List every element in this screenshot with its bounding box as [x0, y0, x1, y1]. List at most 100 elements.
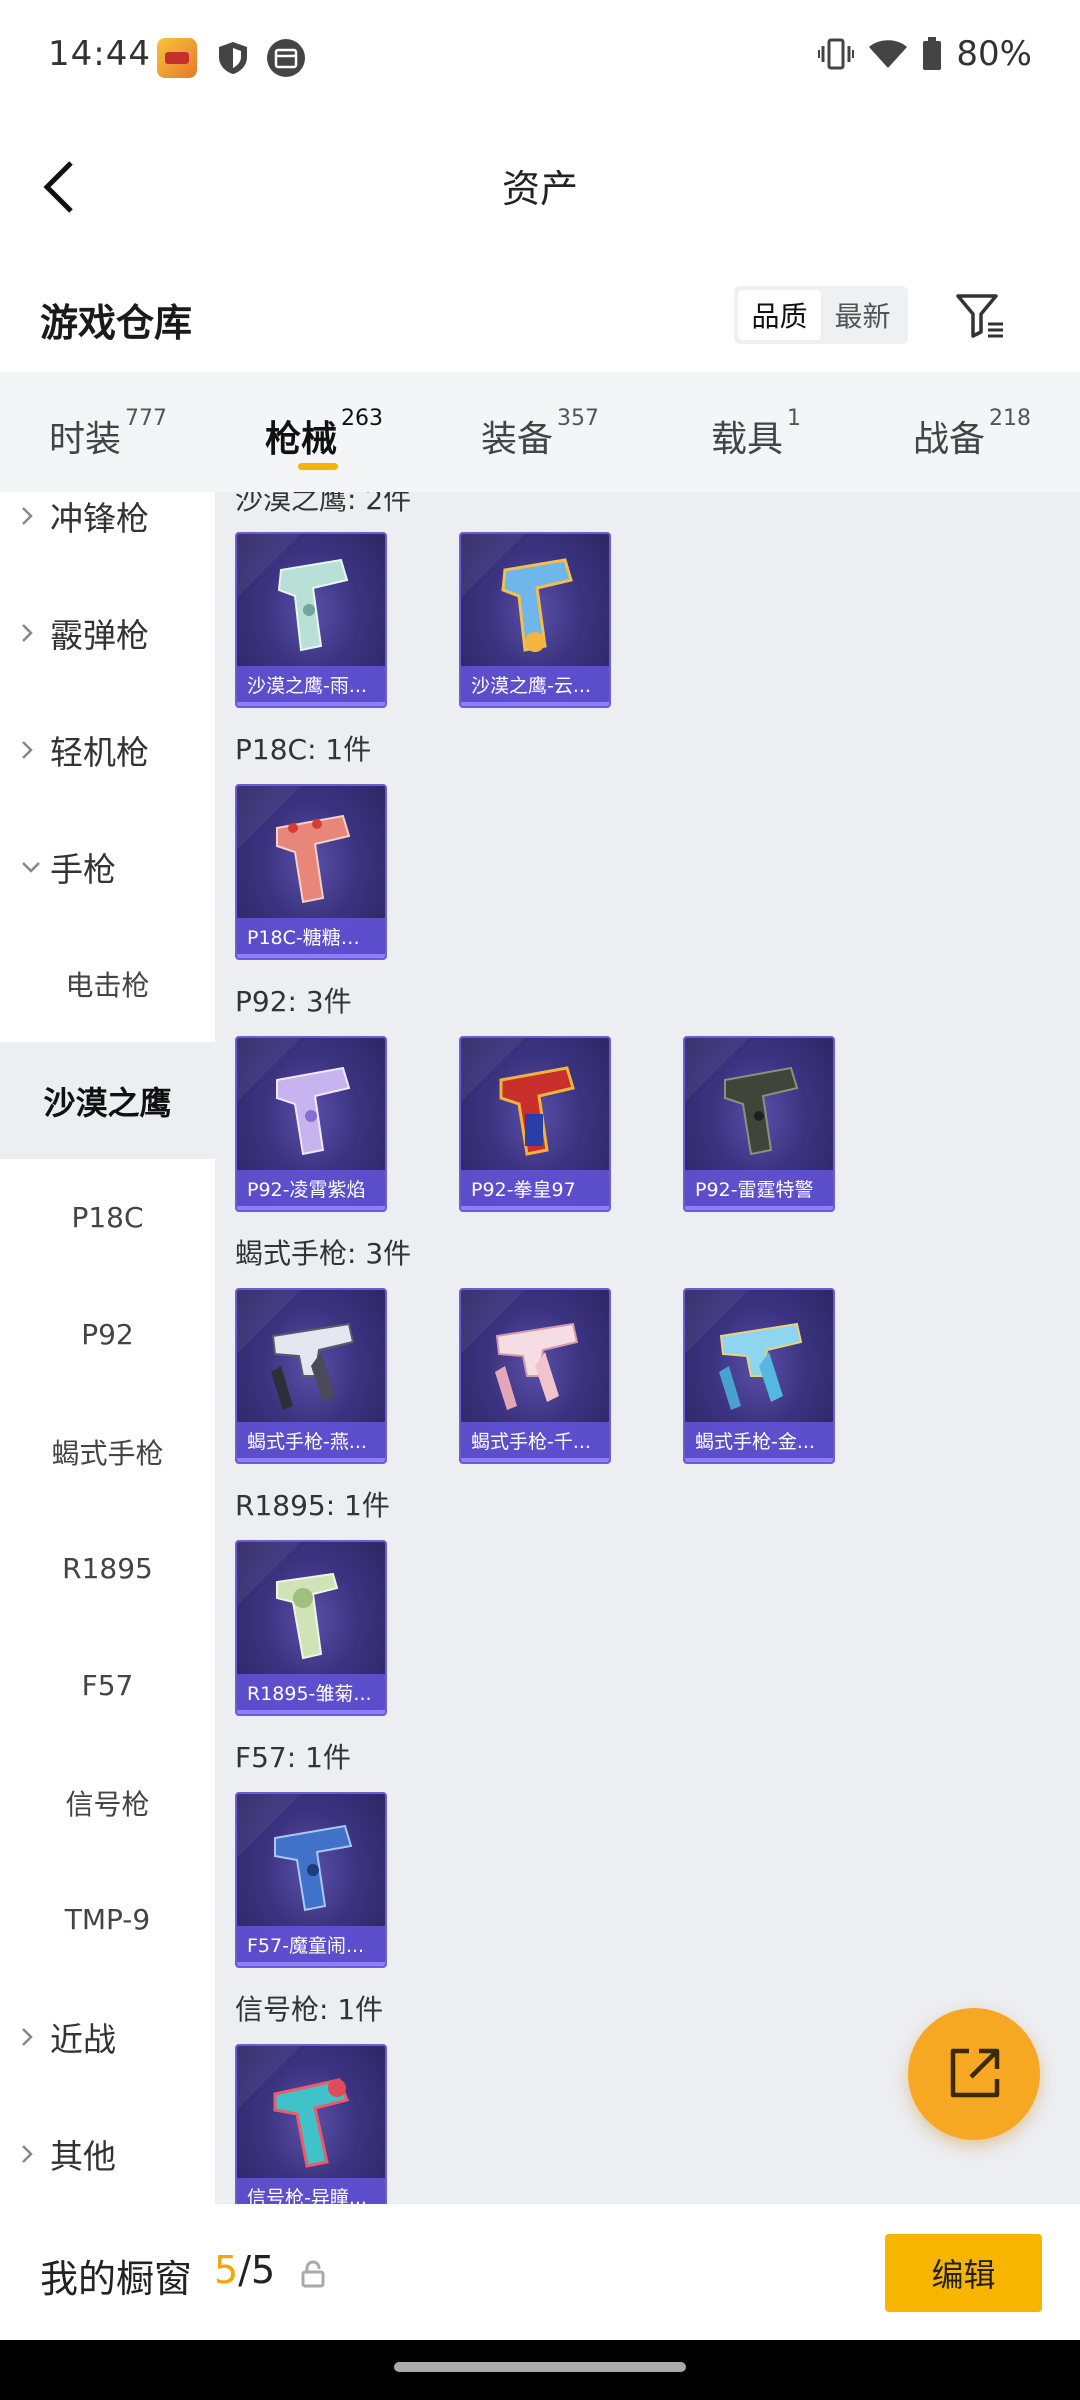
sidebar-item-desert-eagle[interactable]: 沙漠之鹰 — [0, 1042, 215, 1159]
group-label: 沙漠之鹰: 2件 — [235, 492, 412, 516]
rarity-bar — [237, 1206, 385, 1210]
item-name: R1895-雏菊... — [237, 1674, 385, 1714]
status-right: 80% — [818, 34, 1032, 74]
sidebar-item-f57[interactable]: F57 — [0, 1627, 215, 1744]
wifi-icon — [869, 40, 908, 68]
item-name: P92-雷霆特警 — [685, 1170, 833, 1210]
sidebar-item-shotgun[interactable]: 霰弹枪 — [0, 574, 215, 691]
tab-vehicles[interactable]: 载具 1 — [648, 372, 864, 492]
sidebar-item-label: 霰弹枪 — [50, 615, 149, 655]
item-card[interactable]: P92-拳皇97 — [459, 1036, 611, 1212]
section-row: 游戏仓库 品质 最新 — [0, 260, 1080, 372]
page-title: 资产 — [501, 167, 578, 211]
chevron-right-icon — [20, 622, 42, 644]
tab-fashion[interactable]: 时装 777 — [0, 372, 216, 492]
tab-count: 218 — [989, 406, 1031, 431]
sidebar-item-tmp9[interactable]: TMP-9 — [0, 1861, 215, 1978]
revolver-skin-image — [276, 1572, 339, 1660]
edit-button[interactable]: 编辑 — [885, 2234, 1042, 2312]
item-card[interactable]: 沙漠之鹰-云... — [459, 532, 611, 708]
share-fab-button[interactable] — [908, 2008, 1040, 2140]
tab-supplies[interactable]: 战备 218 — [864, 372, 1080, 492]
group-label: F57: 1件 — [235, 1741, 351, 1774]
showcase-current: 5 — [214, 2248, 239, 2292]
item-card[interactable]: 沙漠之鹰-雨... — [235, 532, 387, 708]
item-card[interactable]: F57-魔童闹... — [235, 1792, 387, 1968]
sort-quality-button[interactable]: 品质 — [738, 290, 821, 340]
item-name: P92-拳皇97 — [461, 1170, 609, 1210]
chevron-right-icon — [20, 505, 42, 527]
item-card[interactable]: 蝎式手枪-燕... — [235, 1288, 387, 1464]
showcase-label: 我的橱窗 — [40, 2257, 193, 2301]
sidebar-item-p18c[interactable]: P18C — [0, 1159, 215, 1276]
status-time: 14:44 — [48, 34, 151, 74]
filter-icon — [956, 294, 1003, 338]
shield-icon — [219, 42, 247, 74]
chevron-right-icon — [20, 739, 42, 761]
sidebar-item-flare-gun[interactable]: 信号枪 — [0, 1744, 215, 1861]
pistol-skin-image — [277, 558, 349, 652]
sidebar-item-smg[interactable]: 冲锋枪 — [0, 492, 215, 574]
tab-count: 777 — [125, 406, 167, 431]
sidebar-item-r1895[interactable]: R1895 — [0, 1510, 215, 1627]
group-label: P18C: 1件 — [235, 733, 372, 766]
section-title: 游戏仓库 — [40, 301, 193, 345]
pistol-skin-image — [501, 558, 573, 652]
pistol-skin-image — [274, 1824, 353, 1912]
sidebar-item-skorpion[interactable]: 蝎式手枪 — [0, 1393, 215, 1510]
item-card[interactable]: P92-雷霆特警 — [683, 1036, 835, 1212]
item-card[interactable]: 蝎式手枪-千... — [459, 1288, 611, 1464]
flare-gun-skin-image — [273, 2078, 350, 2168]
sidebar-item-label: 手枪 — [50, 849, 116, 889]
showcase-separator: / — [238, 2248, 251, 2292]
sidebar-item-taser[interactable]: 电击枪 — [0, 925, 215, 1042]
tab-equipment[interactable]: 装备 357 — [432, 372, 648, 492]
item-name: P92-凌霄紫焰 — [237, 1170, 385, 1210]
status-bar: 14:44 80% — [0, 0, 1080, 110]
sidebar-item-lmg[interactable]: 轻机枪 — [0, 691, 215, 808]
item-name: 蝎式手枪-燕... — [237, 1422, 385, 1462]
weapon-type-sidebar: 冲锋枪 霰弹枪 轻机枪 手枪 电击枪 沙漠之鹰 P18C P92 蝎式手枪 R1… — [0, 492, 215, 2204]
item-card[interactable]: R1895-雏菊... — [235, 1540, 387, 1716]
sidebar-item-label: 其他 — [50, 2136, 116, 2176]
smg-pistol-skin-image — [719, 1322, 803, 1410]
item-name: 蝎式手枪-金... — [685, 1422, 833, 1462]
home-gesture-handle[interactable] — [394, 2362, 686, 2372]
share-external-icon — [950, 2048, 1000, 2098]
rarity-bar — [461, 702, 609, 706]
sidebar-item-melee[interactable]: 近战 — [0, 1978, 215, 2095]
item-grid: 沙漠之鹰: 2件 沙漠之鹰-雨... 沙漠之鹰-云... P18C: 1件 P1… — [215, 492, 1080, 2204]
showcase-bar: 我的橱窗 5/5 编辑 — [0, 2204, 1080, 2340]
sidebar-item-pistol[interactable]: 手枪 — [0, 808, 215, 925]
smg-pistol-skin-image — [271, 1322, 355, 1410]
tab-label: 战备 — [912, 419, 985, 460]
vibrate-icon — [818, 38, 855, 70]
item-card[interactable]: 信号枪-异瞳... — [235, 2044, 387, 2204]
group-label: 信号枪: 1件 — [235, 1993, 384, 2026]
sort-newest-button[interactable]: 最新 — [821, 290, 904, 340]
system-nav-bar — [0, 2340, 1080, 2400]
active-tab-indicator — [298, 463, 338, 470]
sidebar-item-label: 轻机枪 — [50, 732, 149, 772]
showcase-total: 5 — [251, 2248, 276, 2292]
tab-label: 装备 — [480, 419, 553, 460]
rarity-bar — [237, 954, 385, 958]
battery-icon — [923, 37, 942, 70]
chevron-down-icon — [20, 860, 42, 874]
item-card[interactable]: P92-凌霄紫焰 — [235, 1036, 387, 1212]
pistol-skin-image — [499, 1066, 575, 1156]
sidebar-item-p92[interactable]: P92 — [0, 1276, 215, 1393]
sort-toggle: 品质 最新 — [734, 286, 908, 344]
showcase-count: 5/5 — [214, 2248, 275, 2292]
rarity-bar — [461, 1458, 609, 1462]
rarity-bar — [685, 1206, 833, 1210]
app-notification-icon — [157, 38, 197, 78]
tab-count: 357 — [557, 406, 599, 431]
sidebar-item-other[interactable]: 其他 — [0, 2095, 215, 2204]
item-card[interactable]: 蝎式手枪-金... — [683, 1288, 835, 1464]
rarity-bar — [237, 702, 385, 706]
item-card[interactable]: P18C-糖糖葫芦 — [235, 784, 387, 960]
tab-firearms[interactable]: 枪械 263 — [216, 372, 432, 492]
filter-button[interactable] — [950, 286, 1010, 346]
tab-count: 1 — [787, 406, 801, 431]
